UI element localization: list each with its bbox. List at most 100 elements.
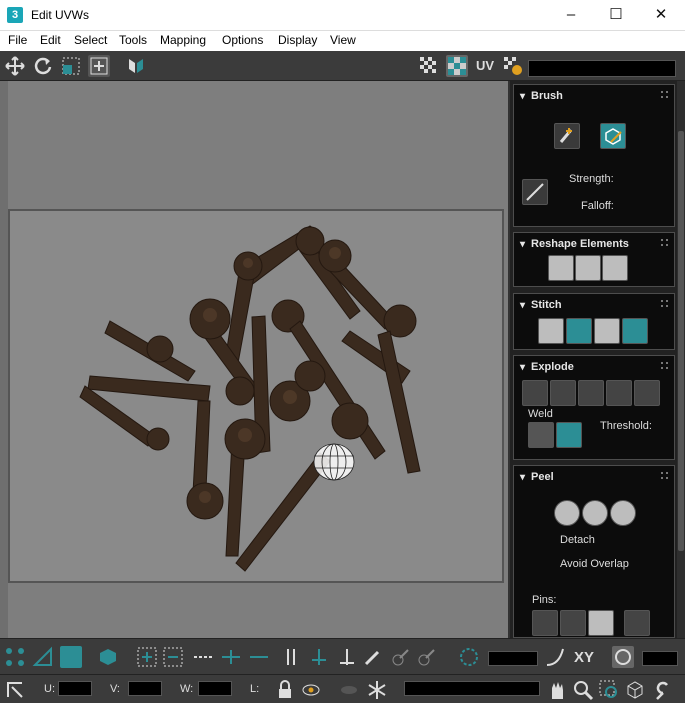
rollout-grip[interactable] (661, 91, 668, 98)
zoom-region-icon[interactable] (598, 679, 620, 701)
flatten-by-material-icon[interactable] (606, 380, 632, 406)
grow-ring-icon[interactable] (308, 646, 330, 668)
weld-all-selected-icon[interactable] (556, 422, 582, 448)
selection-set-field[interactable] (404, 681, 540, 696)
zoom-extents-icon[interactable] (624, 679, 646, 701)
menu-file[interactable]: File (8, 33, 27, 47)
detach-option[interactable]: Detach (560, 534, 595, 546)
uv-editor-viewport[interactable] (0, 81, 510, 638)
stitch-average-icon[interactable] (594, 318, 620, 344)
paint-select-icon[interactable] (362, 646, 384, 668)
menu-tools[interactable]: Tools (119, 33, 147, 47)
relax-icon[interactable] (602, 255, 628, 281)
stitch-to-source-icon[interactable] (566, 318, 592, 344)
menu-view[interactable]: View (330, 33, 356, 47)
close-button[interactable]: ✕ (638, 0, 684, 31)
map-channel-dropdown[interactable] (528, 60, 676, 77)
flatten-by-angle-icon[interactable] (578, 380, 604, 406)
select-face-icon[interactable] (60, 646, 82, 668)
paint-select-grow-icon[interactable] (390, 646, 412, 668)
uv-button[interactable]: UV (474, 55, 496, 77)
relax-until-flat-icon[interactable] (575, 255, 601, 281)
explode-header[interactable]: Explode (520, 361, 574, 373)
soft-selection-icon[interactable] (458, 646, 480, 668)
paint-select-shrink-icon[interactable] (416, 646, 438, 668)
menu-select[interactable]: Select (74, 33, 107, 47)
brush-falloff-icon[interactable] (522, 179, 548, 205)
grow-selection-icon[interactable] (136, 646, 158, 668)
lock-icon[interactable] (274, 679, 296, 701)
peel-mode-icon[interactable] (582, 500, 608, 526)
mirror-icon[interactable] (125, 55, 147, 77)
reshape-elements-rollout: Reshape Elements (513, 232, 675, 287)
edge-ring-icon[interactable] (280, 646, 302, 668)
reset-peel-icon[interactable] (610, 500, 636, 526)
stitch-to-target-icon[interactable] (622, 318, 648, 344)
help-icon[interactable] (652, 679, 674, 701)
move-icon[interactable] (4, 55, 26, 77)
checker-pattern-icon[interactable] (418, 55, 440, 77)
shrink-ring-icon[interactable] (336, 646, 358, 668)
stitch-custom-icon[interactable] (538, 318, 564, 344)
freeform-icon[interactable] (88, 55, 110, 77)
falloff-curve-icon[interactable] (544, 646, 566, 668)
limit-soft-selection-icon[interactable] (612, 646, 634, 668)
shrink-loop-icon[interactable] (248, 646, 270, 668)
show-hidden-icon[interactable] (300, 679, 322, 701)
pan-icon[interactable] (546, 679, 568, 701)
rollout-grip[interactable] (661, 362, 668, 369)
panel-scrollbar[interactable] (677, 81, 685, 638)
menu-options[interactable]: Options (222, 33, 263, 47)
title-bar: 3 Edit UVWs – ☐ ✕ (0, 0, 685, 31)
v-value-field[interactable] (128, 681, 162, 696)
menu-edit[interactable]: Edit (40, 33, 61, 47)
select-element-icon[interactable] (97, 646, 119, 668)
xy-space-toggle[interactable]: XY (574, 649, 594, 666)
minimize-button[interactable]: – (548, 0, 594, 31)
menu-mapping[interactable]: Mapping (160, 33, 206, 47)
unpin-selected-icon[interactable] (560, 610, 586, 636)
edge-distance-value[interactable] (642, 651, 678, 666)
freeze-icon[interactable] (366, 679, 388, 701)
zoom-icon[interactable] (572, 679, 594, 701)
u-value-field[interactable] (58, 681, 92, 696)
scrollbar-thumb[interactable] (678, 131, 684, 551)
brush-rollout-header[interactable]: Brush (520, 90, 563, 102)
relax-brush-icon[interactable] (600, 123, 626, 149)
quick-peel-icon[interactable] (554, 500, 580, 526)
straighten-icon[interactable] (548, 255, 574, 281)
maximize-button[interactable]: ☐ (593, 0, 639, 31)
grow-loop-icon[interactable] (220, 646, 242, 668)
select-vertex-icon[interactable] (4, 646, 26, 668)
transform-mode-icon[interactable] (4, 679, 26, 701)
rollout-grip[interactable] (661, 472, 668, 479)
scale-icon[interactable] (60, 55, 82, 77)
menu-display[interactable]: Display (278, 33, 317, 47)
rollout-grip[interactable] (661, 239, 668, 246)
select-edge-icon[interactable] (32, 646, 54, 668)
break-by-polygon-groups-icon[interactable] (522, 380, 548, 406)
auto-pin-icon[interactable] (588, 610, 614, 636)
brush-rollout: Brush Strength: Falloff: (513, 84, 675, 227)
peel-header[interactable]: Peel (520, 471, 554, 483)
stitch-rollout: Stitch (513, 293, 675, 350)
select-pinned-icon[interactable] (624, 610, 650, 636)
hide-icon[interactable] (338, 679, 360, 701)
reshape-elements-header[interactable]: Reshape Elements (520, 238, 629, 250)
rotate-icon[interactable] (32, 55, 54, 77)
texture-checker-icon[interactable] (446, 55, 468, 77)
break-by-smoothing-groups-icon[interactable] (550, 380, 576, 406)
weld-selected-icon[interactable] (528, 422, 554, 448)
paint-move-brush-icon[interactable] (554, 123, 580, 149)
uv-settings-icon[interactable] (502, 55, 524, 77)
break-icon[interactable] (634, 380, 660, 406)
stitch-header[interactable]: Stitch (520, 299, 562, 311)
w-value-field[interactable] (198, 681, 232, 696)
rollout-grip[interactable] (661, 300, 668, 307)
viewport-ruler (0, 81, 8, 638)
edge-loop-icon[interactable] (192, 646, 214, 668)
pin-selected-icon[interactable] (532, 610, 558, 636)
avoid-overlap-option[interactable]: Avoid Overlap (560, 558, 629, 570)
soft-selection-value[interactable] (488, 651, 538, 666)
shrink-selection-icon[interactable] (162, 646, 184, 668)
